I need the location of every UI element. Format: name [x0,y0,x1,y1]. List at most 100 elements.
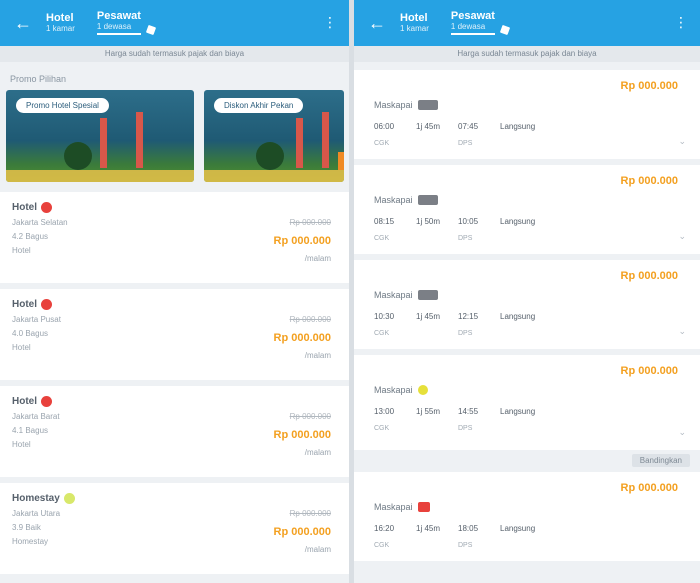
top-app-bar: ← Hotel 1 kamar Pesawat 1 dewasa ⋮ [354,0,700,46]
departure-time: 06:00 [374,122,395,131]
flight-duration: 1j 55m [416,407,441,416]
arrival-code: DPS [458,425,473,432]
hotel-card[interactable]: Hotel Jakarta Selatan 4.2 Bagus Hotel Rp… [0,192,349,289]
flight-card[interactable]: Rp 000.000 Maskapai 10:30 1j 45m 12:15 L… [354,260,700,355]
hotel-price: Rp 000.000 [273,332,331,344]
promo-accent [338,152,344,170]
arrival-code: DPS [458,235,473,242]
departure-code: CGK [374,140,390,147]
duration-code [416,235,444,242]
airline-name: Maskapai [374,290,413,300]
arrival-time: 10:05 [458,217,479,226]
tab-hotel-sub: 1 kamar [400,23,429,33]
hotel-badge-icon [41,396,52,407]
flight-duration: 1j 45m [416,122,441,131]
arrival-time: 07:45 [458,122,479,131]
hotel-old-price: Rp 000.000 [289,412,331,421]
hotel-price-unit: /malam [304,254,331,263]
flight-price: Rp 000.000 [620,365,678,377]
chevron-down-icon[interactable]: ⌄ [678,231,686,242]
flight-card[interactable]: Rp 000.000 Maskapai 06:00 1j 45m 07:45 L… [354,70,700,165]
hotel-badge-icon [63,493,75,504]
departure-time: 08:15 [374,217,395,226]
airline-logo-icon [417,385,428,395]
tab-hotel-label: Hotel [400,12,428,25]
top-app-bar: ← Hotel 1 kamar Pesawat 1 dewasa ⋮ [0,0,349,46]
section-title: Promo Pilihan [10,74,67,84]
hotel-name: Hotel [12,396,37,407]
back-button[interactable]: ← [354,0,400,46]
duration-code [416,425,444,432]
hotel-card[interactable]: Hotel Jakarta Barat 4.1 Bagus Hotel Rp 0… [0,386,349,483]
hotel-old-price: Rp 000.000 [289,509,331,518]
airline-name: Maskapai [374,100,413,110]
arrival-time: 18:05 [458,524,479,533]
tower-illustration [322,112,329,168]
hotel-badge-icon [41,299,52,310]
tree-illustration [64,142,92,170]
departure-code: CGK [374,425,390,432]
compare-bar: Bandingkan [354,450,700,472]
promo-carousel[interactable]: Promo Hotel Spesial Diskon Akhir Pekan [0,90,349,182]
airline-logo-icon [417,195,438,205]
chevron-down-icon[interactable]: ⌄ [678,427,686,438]
stop-info: Langsung [500,122,536,131]
departure-code: CGK [374,330,390,337]
tab-hotel[interactable]: Hotel 1 kamar [46,12,75,33]
stop-info: Langsung [500,312,536,321]
chevron-down-icon[interactable]: ⌄ [678,136,686,147]
hotel-old-price: Rp 000.000 [289,315,331,324]
pointer-cursor-icon [499,24,511,36]
arrival-code: DPS [458,140,473,147]
flight-card[interactable]: Rp 000.000 Maskapai 16:20 1j 45m 18:05 L… [354,472,700,567]
hotel-name: Homestay [12,493,60,504]
back-button[interactable]: ← [0,0,46,46]
stop-info: Langsung [500,407,536,416]
more-options-button[interactable]: ⋮ [674,14,688,31]
flight-price: Rp 000.000 [620,270,678,282]
hotel-old-price: Rp 000.000 [289,218,331,227]
arrow-left-icon: ← [368,12,386,33]
more-options-button[interactable]: ⋮ [323,14,337,31]
stop-info: Langsung [500,524,536,533]
departure-time: 13:00 [374,407,395,416]
promo-strip [204,170,344,182]
tab-hotel[interactable]: Hotel 1 kamar [400,12,429,33]
tree-illustration [256,142,284,170]
hotel-area: Jakarta Utara [12,509,61,518]
flight-duration: 1j 45m [416,524,441,533]
hotel-card[interactable]: Homestay Jakarta Utara 3.9 Baik Homestay… [0,483,349,580]
hotel-results-pane: ← Hotel 1 kamar Pesawat 1 dewasa ⋮ Harga… [0,0,349,583]
hotel-price-unit: /malam [304,545,331,554]
tab-flight[interactable]: Pesawat 1 dewasa [96,10,141,35]
flight-price: Rp 000.000 [620,175,678,187]
promo-banner[interactable]: Promo Hotel Spesial [6,90,194,182]
compare-button[interactable]: Bandingkan [631,454,690,467]
hotel-price-unit: /malam [304,448,331,457]
promo-pill: Diskon Akhir Pekan [214,98,304,113]
promo-pill: Promo Hotel Spesial [16,98,109,113]
duration-code [416,140,444,147]
flight-duration: 1j 50m [416,217,441,226]
tower-illustration [136,112,143,168]
duration-code [416,542,444,549]
stop-code [500,542,528,549]
hotel-price-unit: /malam [304,351,331,360]
flight-price: Rp 000.000 [620,482,678,494]
departure-time: 16:20 [374,524,395,533]
tab-flight[interactable]: Pesawat 1 dewasa [450,10,495,35]
hotel-card[interactable]: Hotel Jakarta Pusat 4.0 Bagus Hotel Rp 0… [0,289,349,386]
flight-card[interactable]: Rp 000.000 Maskapai 08:15 1j 50m 10:05 L… [354,165,700,260]
stop-code [500,330,528,337]
stop-code [500,425,528,432]
hotel-type: Hotel [12,440,31,449]
stop-code [500,235,528,242]
chevron-down-icon[interactable]: ⌄ [678,326,686,337]
duration-code [416,330,444,337]
hotel-type: Hotel [12,343,31,352]
hotel-price: Rp 000.000 [273,526,331,538]
departure-code: CGK [374,235,390,242]
airline-logo-icon [417,290,438,300]
promo-banner[interactable]: Diskon Akhir Pekan [204,90,344,182]
flight-card[interactable]: Rp 000.000 Maskapai 13:00 1j 55m 14:55 L… [354,355,700,450]
